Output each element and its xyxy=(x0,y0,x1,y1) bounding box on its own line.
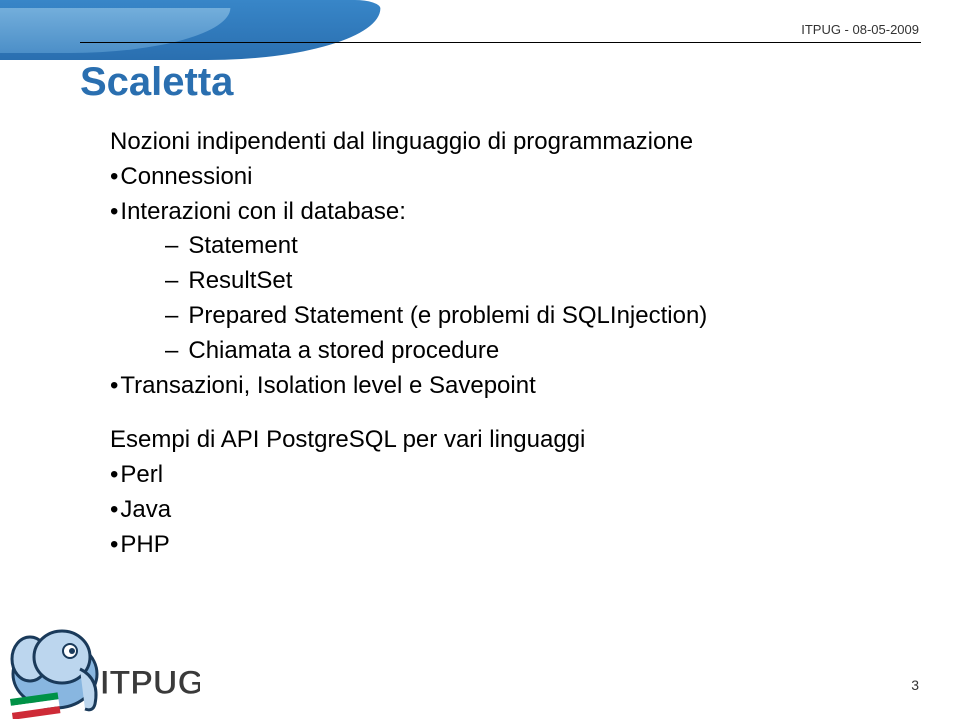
content-line: Nozioni indipendenti dal linguaggio di p… xyxy=(110,125,899,160)
content-line-esempi: Esempi di API PostgreSQL per vari lingua… xyxy=(110,423,899,458)
bullet-java: Java xyxy=(110,493,899,528)
bullet-transazioni: Transazioni, Isolation level e Savepoint xyxy=(110,369,899,404)
bullet-php: PHP xyxy=(110,528,899,563)
logo-text: ITPUG xyxy=(100,664,200,702)
header-right-text: ITPUG - 08-05-2009 xyxy=(801,22,919,37)
bullet-connessioni: Connessioni xyxy=(110,160,899,195)
bullet-text: Perl xyxy=(120,461,163,488)
bullet-text: Java xyxy=(120,496,171,523)
bullet-text: PHP xyxy=(120,531,169,558)
sub-text: ResultSet xyxy=(188,267,292,294)
sub-text: Statement xyxy=(188,232,297,259)
sub-text: Prepared Statement (e problemi di SQLInj… xyxy=(188,302,707,329)
slide: ITPUG - 08-05-2009 Scaletta Nozioni indi… xyxy=(0,0,959,719)
itpug-logo: ITPUG xyxy=(0,579,200,719)
slide-title: Scaletta xyxy=(80,60,233,105)
bullet-interazioni: Interazioni con il database: xyxy=(110,195,899,230)
header-rule xyxy=(80,42,921,43)
sub-prepared: Prepared Statement (e problemi di SQLInj… xyxy=(165,299,899,334)
sub-chiamata: Chiamata a stored procedure xyxy=(165,334,899,369)
bullet-text: Connessioni xyxy=(120,163,252,190)
bullet-text: Interazioni con il database: xyxy=(120,198,406,225)
bullet-perl: Perl xyxy=(110,458,899,493)
sub-text: Chiamata a stored procedure xyxy=(188,337,499,364)
sub-resultset: ResultSet xyxy=(165,264,899,299)
gap xyxy=(110,403,899,423)
slide-content: Nozioni indipendenti dal linguaggio di p… xyxy=(110,125,899,563)
sub-statement: Statement xyxy=(165,229,899,264)
bullet-text: Transazioni, Isolation level e Savepoint xyxy=(120,372,535,399)
page-number: 3 xyxy=(911,677,919,693)
